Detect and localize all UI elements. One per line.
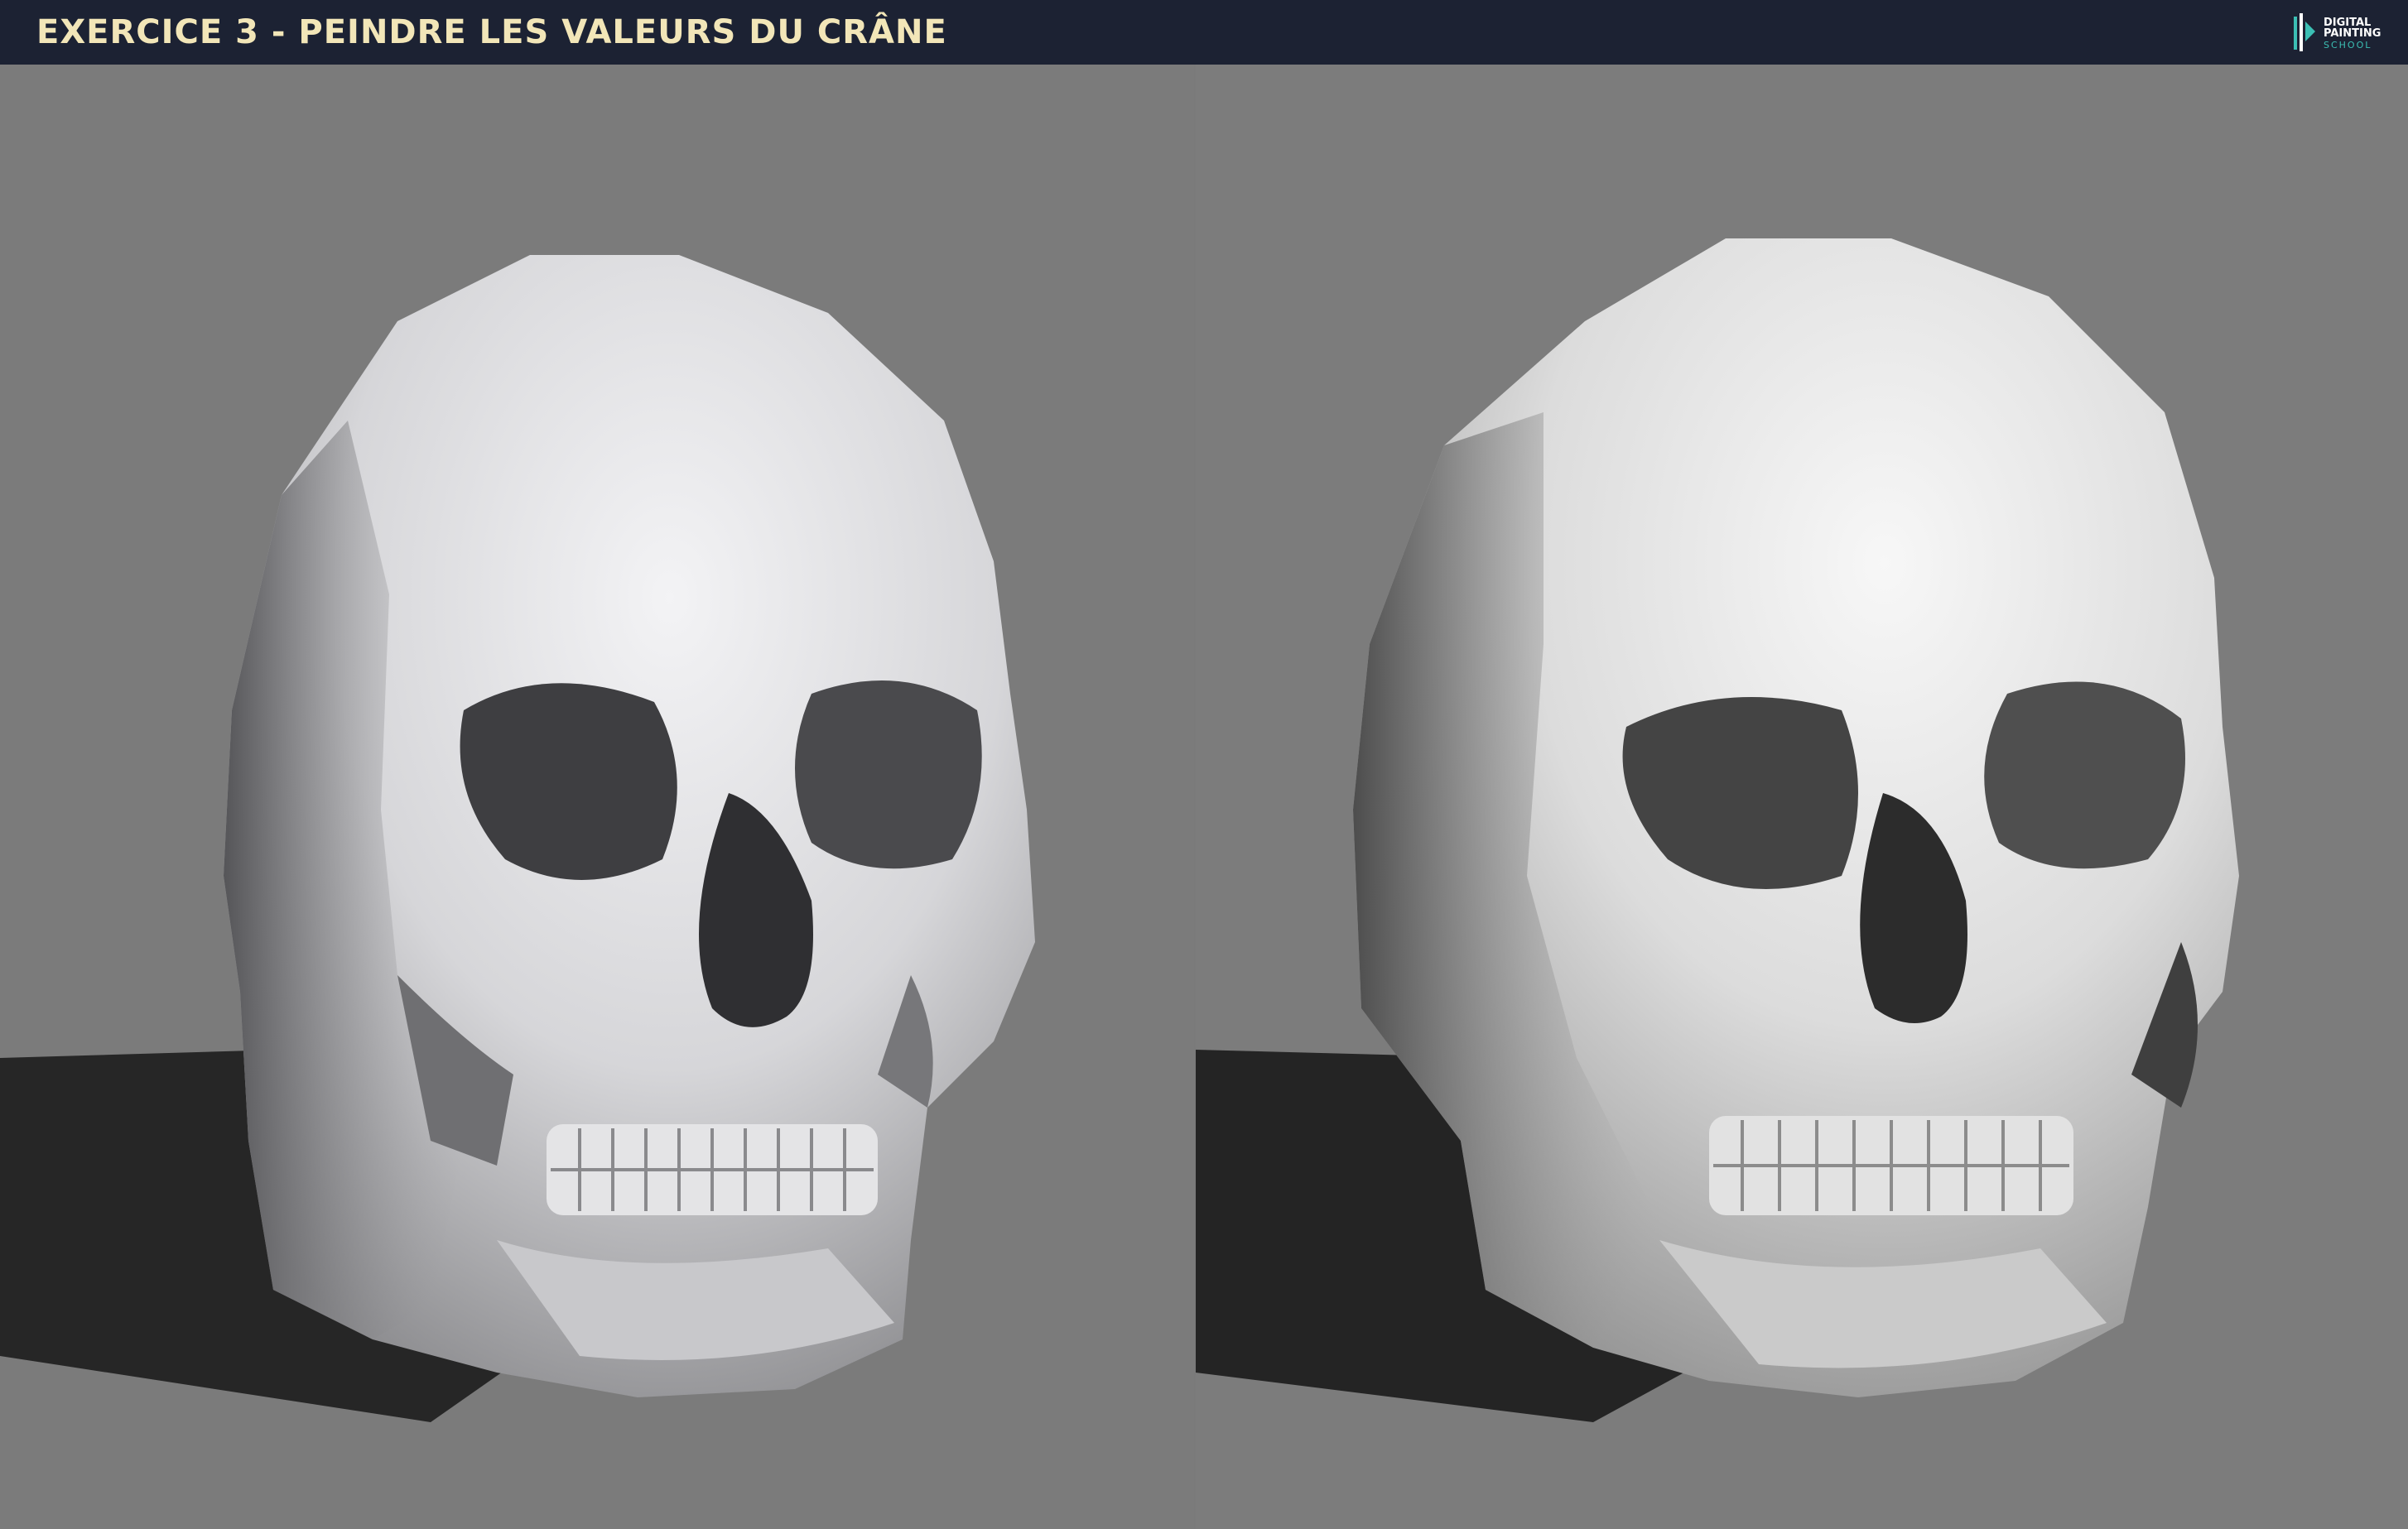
school-logo: DIGITAL PAINTING SCHOOL	[2290, 10, 2390, 56]
painted-skull-study-panel	[1196, 65, 2408, 1529]
reference-3d-skull-panel	[0, 65, 1194, 1529]
right-eye-socket	[1984, 681, 2185, 869]
logo-line-painting: PAINTING	[2324, 26, 2382, 40]
skull-icon	[1196, 238, 2239, 1422]
skull-icon	[0, 255, 1035, 1422]
logo-text: DIGITAL PAINTING SCHOOL	[2324, 17, 2381, 50]
teeth	[1709, 1116, 2073, 1215]
brush-logo-icon	[2294, 13, 2315, 51]
teeth	[547, 1124, 878, 1215]
header-banner: EXERCICE 3 - PEINDRE LES VALEURS DU CRÂN…	[0, 0, 2408, 65]
logo-line-digital: DIGITAL	[2324, 16, 2372, 29]
logo-line-school: SCHOOL	[2324, 39, 2372, 50]
page-title: EXERCICE 3 - PEINDRE LES VALEURS DU CRÂN…	[36, 13, 947, 51]
right-eye-socket	[795, 680, 982, 869]
